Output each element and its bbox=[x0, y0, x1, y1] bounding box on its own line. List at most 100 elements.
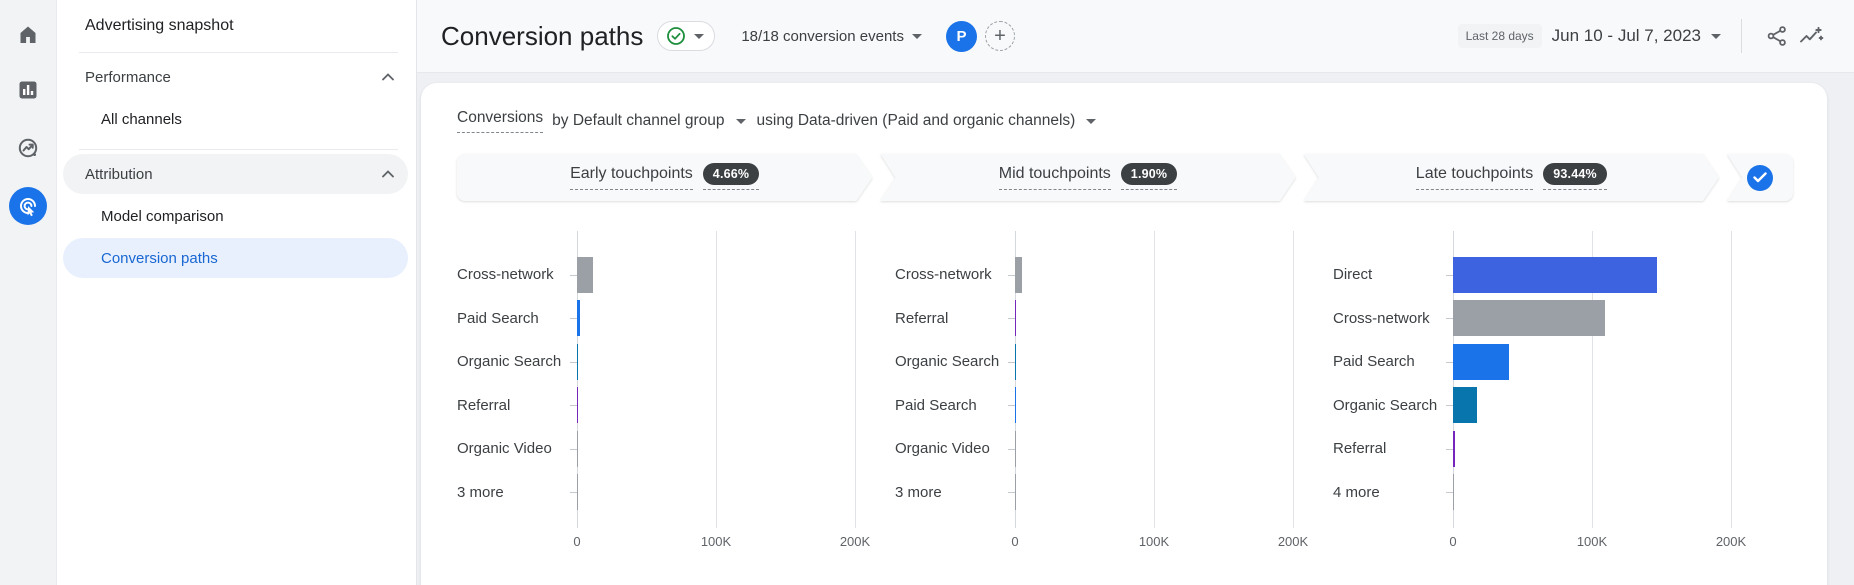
bar[interactable] bbox=[577, 344, 578, 380]
axis-tick bbox=[1446, 492, 1453, 493]
nav-item-all-channels[interactable]: All channels bbox=[63, 99, 408, 139]
category-label: Referral bbox=[895, 297, 1015, 341]
category-label: Cross-network bbox=[457, 253, 577, 297]
category-label: Organic Search bbox=[895, 340, 1015, 384]
divider bbox=[79, 52, 398, 53]
axis-tick bbox=[570, 318, 577, 319]
bar-row bbox=[577, 340, 889, 384]
dimension-label: by Default channel group bbox=[552, 112, 724, 130]
axis-tick bbox=[1008, 449, 1015, 450]
bar-row bbox=[577, 427, 889, 471]
axis-tick bbox=[1446, 362, 1453, 363]
bar[interactable] bbox=[1015, 344, 1016, 380]
report-status-dropdown[interactable] bbox=[657, 21, 715, 51]
home-icon[interactable] bbox=[8, 15, 48, 55]
bar[interactable] bbox=[1015, 257, 1022, 293]
caret-down-icon[interactable] bbox=[1086, 119, 1096, 124]
bar[interactable] bbox=[1453, 474, 1454, 510]
conversion-events-dropdown[interactable]: 18/18 conversion events bbox=[741, 28, 922, 45]
conversion-events-label: 18/18 conversion events bbox=[741, 28, 904, 45]
verified-check-icon bbox=[666, 26, 686, 46]
divider bbox=[79, 149, 398, 150]
header-right-group: Last 28 days Jun 10 - Jul 7, 2023 bbox=[1458, 19, 1828, 53]
avatar[interactable]: P bbox=[946, 21, 977, 52]
axis-tick bbox=[1008, 275, 1015, 276]
bar[interactable] bbox=[577, 300, 580, 336]
chart-plot: 0100K200K bbox=[577, 231, 889, 528]
axis-tick bbox=[1446, 449, 1453, 450]
tab-late-touchpoints[interactable]: Late touchpoints 93.44% bbox=[1304, 154, 1719, 201]
nav-section-attribution[interactable]: Attribution bbox=[63, 154, 408, 194]
x-axis-tick-label: 0 bbox=[573, 534, 580, 549]
reports-icon[interactable] bbox=[8, 70, 48, 110]
chart-plot: 0100K200K bbox=[1015, 231, 1327, 528]
bar-row bbox=[1453, 253, 1765, 297]
x-axis-tick-label: 100K bbox=[1139, 534, 1169, 549]
bar-row bbox=[1015, 253, 1327, 297]
chart-early-touchpoints: Cross-networkPaid SearchOrganic SearchRe… bbox=[457, 231, 889, 528]
category-label: Organic Search bbox=[1333, 384, 1453, 428]
percentage-badge: 93.44% bbox=[1543, 163, 1607, 185]
bar-row bbox=[577, 384, 889, 428]
axis-tick bbox=[570, 449, 577, 450]
nav-item-label: All channels bbox=[101, 111, 182, 128]
axis-tick bbox=[1008, 492, 1015, 493]
category-label: 3 more bbox=[457, 471, 577, 515]
bar[interactable] bbox=[1453, 387, 1477, 423]
touchpoint-charts: Cross-networkPaid SearchOrganic SearchRe… bbox=[457, 231, 1827, 528]
report-header: Conversion paths 18/18 conversion events… bbox=[417, 0, 1854, 73]
bar[interactable] bbox=[577, 387, 578, 423]
bar[interactable] bbox=[577, 257, 593, 293]
category-label: Referral bbox=[1333, 427, 1453, 471]
advertising-icon[interactable] bbox=[9, 187, 47, 225]
nav-section-label: Performance bbox=[85, 69, 171, 86]
chevron-up-icon bbox=[382, 170, 394, 178]
app-rail bbox=[0, 0, 57, 585]
caret-down-icon bbox=[912, 34, 922, 39]
x-axis-tick-label: 200K bbox=[840, 534, 870, 549]
bar-row bbox=[577, 471, 889, 515]
chart-plot: 0100K200K bbox=[1453, 231, 1765, 528]
axis-tick bbox=[570, 492, 577, 493]
category-label: Cross-network bbox=[1333, 297, 1453, 341]
bar[interactable] bbox=[1453, 431, 1455, 467]
axis-tick bbox=[570, 405, 577, 406]
axis-tick bbox=[1008, 405, 1015, 406]
main-content: Conversion paths 18/18 conversion events… bbox=[417, 0, 1854, 585]
tab-select-all[interactable] bbox=[1727, 154, 1793, 201]
axis-tick bbox=[570, 275, 577, 276]
tab-early-touchpoints[interactable]: Early touchpoints 4.66% bbox=[457, 154, 872, 201]
tab-mid-touchpoints[interactable]: Mid touchpoints 1.90% bbox=[880, 154, 1295, 201]
nav-section-label: Attribution bbox=[85, 166, 153, 183]
x-axis-tick-label: 100K bbox=[1577, 534, 1607, 549]
metric-selector[interactable]: Conversions bbox=[457, 109, 543, 133]
date-range-picker[interactable]: Jun 10 - Jul 7, 2023 bbox=[1552, 26, 1721, 46]
share-icon[interactable] bbox=[1760, 19, 1794, 53]
nav-item-model-comparison[interactable]: Model comparison bbox=[63, 196, 408, 236]
insights-icon[interactable] bbox=[1794, 19, 1828, 53]
date-range-badge: Last 28 days bbox=[1458, 24, 1542, 48]
bar[interactable] bbox=[1453, 257, 1657, 293]
model-selector[interactable]: using Data-driven (Paid and organic chan… bbox=[757, 112, 1076, 130]
bar-row bbox=[1015, 427, 1327, 471]
axis-tick bbox=[1446, 318, 1453, 319]
percentage-badge: 1.90% bbox=[1121, 163, 1177, 185]
caret-down-icon[interactable] bbox=[736, 119, 746, 124]
bar-row bbox=[1015, 384, 1327, 428]
conversion-paths-card: Conversions by Default channel group usi… bbox=[421, 83, 1827, 585]
chart-category-labels: Cross-networkPaid SearchOrganic SearchRe… bbox=[457, 231, 577, 528]
category-label: Paid Search bbox=[895, 384, 1015, 428]
nav-item-conversion-paths[interactable]: Conversion paths bbox=[63, 238, 408, 278]
bar-row bbox=[1453, 384, 1765, 428]
bar[interactable] bbox=[1015, 300, 1016, 336]
caret-down-icon bbox=[694, 34, 704, 39]
nav-section-performance[interactable]: Performance bbox=[63, 57, 408, 97]
tab-badge-wrap: 4.66% bbox=[703, 165, 759, 190]
axis-tick bbox=[1008, 318, 1015, 319]
divider bbox=[1741, 19, 1742, 53]
bar[interactable] bbox=[1453, 344, 1509, 380]
explore-icon[interactable] bbox=[8, 128, 48, 168]
bar[interactable] bbox=[1453, 300, 1605, 336]
add-comparison-button[interactable]: + bbox=[985, 21, 1015, 51]
bar-row bbox=[577, 253, 889, 297]
